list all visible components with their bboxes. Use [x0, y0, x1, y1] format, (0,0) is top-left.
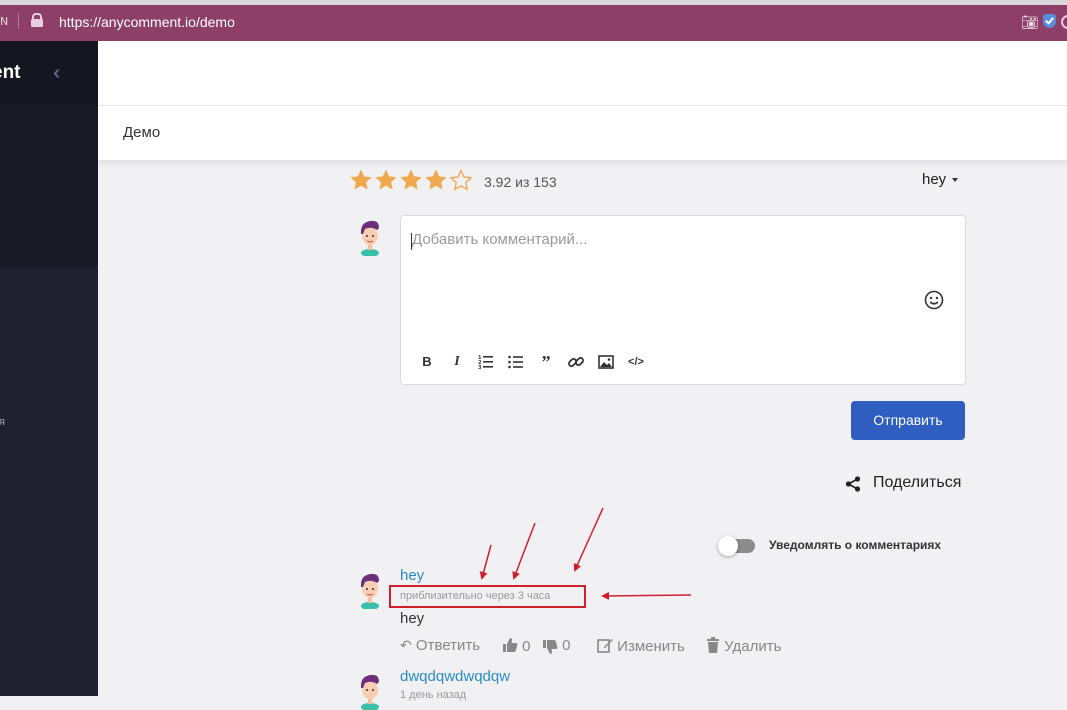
sidebar: ent ‹‹ я — [0, 41, 98, 696]
comment-time: 1 день назад — [400, 689, 467, 701]
comment-input[interactable]: Добавить комментарий... — [412, 231, 587, 248]
star-icon[interactable] — [399, 168, 423, 192]
star-outline-icon[interactable] — [449, 168, 473, 192]
comment-author[interactable]: hey — [400, 567, 424, 584]
image-icon[interactable] — [597, 353, 615, 371]
comment-editor[interactable]: Добавить комментарий... B I 123 ” </> — [400, 215, 966, 385]
divider — [18, 13, 19, 29]
top-header — [98, 41, 1067, 106]
breadcrumb: Демо — [98, 106, 1067, 160]
tab-glyph: N — [0, 15, 9, 28]
bullet-list-icon[interactable] — [507, 353, 525, 371]
emoji-icon[interactable] — [924, 290, 944, 310]
arrow-4 — [601, 591, 692, 600]
star-icon[interactable] — [349, 168, 373, 192]
user-menu[interactable]: hey — [922, 171, 959, 188]
like-count: 0 — [522, 638, 531, 655]
edit-icon — [597, 639, 613, 653]
notify-label: Уведомлять о комментариях — [769, 538, 942, 552]
dislike-count: 0 — [562, 637, 571, 654]
avatar — [360, 573, 379, 609]
edit-label: Изменить — [617, 638, 685, 655]
star-icon[interactable] — [424, 168, 448, 192]
link-icon[interactable] — [567, 353, 585, 371]
avatar — [360, 674, 379, 710]
reply-button[interactable]: ↶ Ответить — [400, 637, 480, 654]
svg-text:3: 3 — [478, 365, 482, 371]
ordered-list-icon[interactable]: 123 — [477, 353, 495, 371]
extension-icon[interactable] — [1061, 15, 1067, 29]
share-label: Поделиться — [873, 474, 962, 491]
arrow-3 — [573, 507, 604, 572]
browser-top-edge — [0, 0, 1067, 5]
edit-button[interactable]: Изменить — [597, 637, 685, 655]
quote-icon[interactable]: ” — [537, 353, 555, 371]
sidebar-item-active[interactable] — [0, 105, 98, 267]
avatar — [360, 220, 379, 256]
reply-icon: ↶ — [400, 637, 412, 653]
thumbs-up-icon — [503, 638, 518, 652]
comment-author[interactable]: dwqdqwdwqdqw — [400, 668, 510, 685]
user-name: hey — [922, 171, 947, 188]
lock-icon[interactable] — [31, 13, 43, 27]
like-button[interactable]: 0 — [502, 637, 531, 655]
dislike-button[interactable]: 0 — [542, 637, 571, 655]
send-button[interactable]: Отправить — [851, 401, 965, 440]
rating-value: 3.92 из 153 — [484, 174, 557, 190]
shield-icon[interactable] — [1043, 14, 1056, 28]
camera-icon[interactable]: 📷︎ — [1021, 14, 1039, 31]
address-field[interactable]: https://anycomment.io/demo — [59, 14, 235, 30]
highlight-box — [389, 585, 586, 608]
comment-text: hey — [400, 610, 425, 627]
code-icon[interactable]: </> — [627, 353, 645, 371]
star-icon[interactable] — [374, 168, 398, 192]
browser-url-bar: N https://anycomment.io/demo 📷︎ — [0, 0, 1067, 41]
toggle-knob[interactable] — [718, 536, 738, 556]
arrow-2 — [512, 522, 536, 580]
italic-icon[interactable]: I — [448, 353, 466, 371]
sidebar-item-label[interactable]: я — [0, 416, 5, 428]
sidebar-brand: ent — [0, 62, 21, 83]
thumbs-down-icon — [543, 640, 558, 654]
arrow-1 — [479, 544, 492, 580]
trash-icon — [707, 637, 719, 653]
page-title: Демо — [123, 124, 161, 141]
caret-down-icon — [952, 178, 959, 183]
bold-icon[interactable]: B — [418, 353, 436, 371]
share-icon — [845, 476, 861, 492]
reply-label: Ответить — [415, 637, 481, 654]
collapse-sidebar-icon[interactable]: ‹‹ — [53, 62, 62, 85]
sidebar-header: ent ‹‹ — [0, 41, 98, 105]
delete-button[interactable]: Удалить — [706, 637, 781, 655]
delete-label: Удалить — [724, 638, 782, 655]
